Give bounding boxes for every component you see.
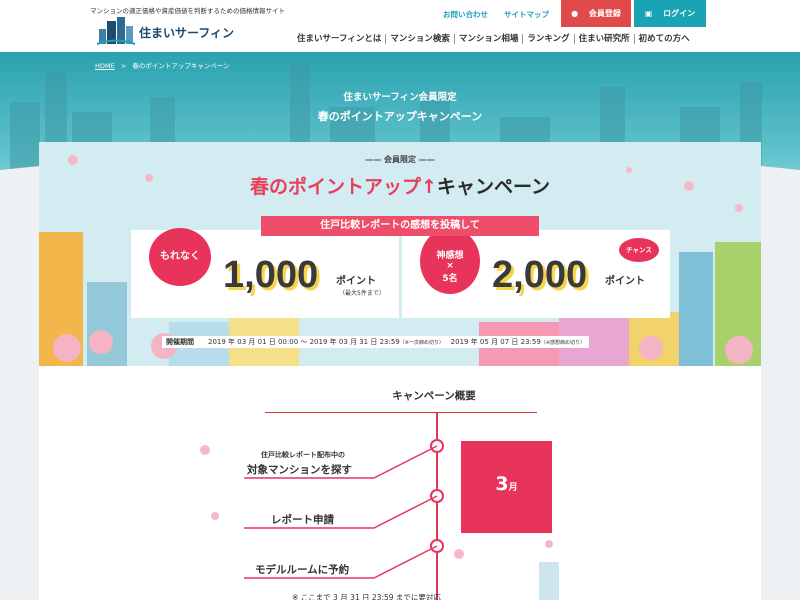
step2-label: レポート申請 <box>271 514 334 526</box>
badge-best-line2: × <box>446 261 454 271</box>
reward-card-best: 神感想 × 5名 チャンス 2,000 ポイント <box>402 228 670 318</box>
hero-subtitle: 住まいサーフィン会員限定 <box>343 92 457 103</box>
title-part-pointup: ポイントアップ <box>288 176 422 198</box>
breadcrumb-separator: > <box>120 62 127 70</box>
badge-best-line1: 神感想 <box>436 251 464 261</box>
top-links: お問い合わせ サイトマップ <box>443 9 565 20</box>
points-unit: ポイント <box>336 276 376 287</box>
deadline-footnote: ※ ここまで 3 月 31 日 23:59 までに要対応 <box>292 593 441 600</box>
breadcrumb-current: 春のポイントアップキャンペーン <box>132 62 230 70</box>
banner-title: 春のポイントアップ↑キャンペーン <box>39 172 761 199</box>
main-nav: 住まいサーフィンとは マンション検索 マンション相場 ランキング 住まい研究所 初めての方… <box>293 32 694 44</box>
points-amount-1000: 1,000 <box>223 254 319 296</box>
review-ribbon: 住戸比較レポートの感想を投稿して <box>261 216 539 236</box>
nav-search[interactable]: マンション検索 <box>385 34 454 44</box>
period-note-first: （※一次締め切り） <box>399 340 444 346</box>
month-label: 3月 <box>461 473 552 495</box>
campaign-overview: キャンペーン概要 住戸比較レポート配布中の 対象マンションを探す レポート申請 … <box>39 366 761 600</box>
nav-market[interactable]: マンション相場 <box>453 34 523 44</box>
step1-label: 対象マンションを探す <box>247 464 352 476</box>
overview-title-underline <box>265 412 537 413</box>
person-icon: ● <box>571 9 579 18</box>
nav-ranking[interactable]: ランキング <box>522 34 574 44</box>
nav-lab[interactable]: 住まい研究所 <box>573 34 634 44</box>
breadcrumb: HOME > 春のポイントアップキャンペーン <box>95 60 230 70</box>
badge-everyone-text: もれなく <box>160 251 200 262</box>
register-button[interactable]: ● 会員登録 <box>561 0 631 27</box>
reward-card-standard: もれなく 1,000 ポイント （最大5件まで） <box>131 228 399 318</box>
logo-text: 住まいサーフィン <box>139 26 235 40</box>
login-button[interactable]: ▣ ログイン <box>634 0 706 27</box>
chance-badge: チャンス <box>619 238 659 262</box>
campaign-banner: —— 会員限定 —— 春のポイントアップ↑キャンペーン もれなく 1,000 ポ… <box>39 142 761 366</box>
title-part-haru: 春の <box>249 176 288 198</box>
login-label: ログイン <box>663 9 696 18</box>
contact-link[interactable]: お問い合わせ <box>443 10 488 19</box>
nav-about[interactable]: 住まいサーフィンとは <box>293 34 385 44</box>
month-number: 3 <box>495 473 509 495</box>
month-unit: 月 <box>508 483 518 493</box>
step3-label: モデルルームに予約 <box>255 564 350 576</box>
points-limit-note: （最大5件まで） <box>339 290 385 297</box>
step1-subtext: 住戸比較レポート配布中の <box>261 451 345 459</box>
hero-title: 春のポイントアップキャンペーン <box>317 110 483 123</box>
site-tagline: マンションの適正価格や資産価値を判断するための価格情報サイト <box>90 7 285 15</box>
points-amount-2000: 2,000 <box>492 254 588 296</box>
sitemap-link[interactable]: サイトマップ <box>504 10 549 19</box>
period-range: 2019 年 03 月 01 日 00:00 〜 2019 年 03 月 31 … <box>208 338 400 346</box>
member-only-label: —— 会員限定 —— <box>365 155 435 164</box>
title-part-campaign: キャンペーン <box>436 176 550 198</box>
period-end: 2019 年 05 月 07 日 23:59 <box>450 338 541 346</box>
nav-beginners[interactable]: 初めての方へ <box>633 34 694 44</box>
lock-icon: ▣ <box>644 9 653 18</box>
arrow-up-icon: ↑ <box>421 176 437 198</box>
campaign-period: 開催期間 2019 年 03 月 01 日 00:00 〜 2019 年 03 月… <box>162 336 590 348</box>
badge-best-review: 神感想 × 5名 <box>420 228 480 294</box>
period-label: 開催期間 <box>166 338 194 346</box>
period-note-review: （※感想締め切り） <box>540 340 586 346</box>
building-logo-icon <box>97 17 135 45</box>
badge-everyone: もれなく <box>149 228 211 286</box>
month-box: 3月 <box>461 441 552 533</box>
badge-best-line3: 5名 <box>442 274 458 284</box>
breadcrumb-home[interactable]: HOME <box>95 62 115 70</box>
points-unit-2: ポイント <box>605 276 645 287</box>
overview-title: キャンペーン概要 <box>392 390 476 402</box>
site-header: マンションの適正価格や資産価値を判断するための価格情報サイト 住まいサーフィン … <box>0 0 800 52</box>
register-label: 会員登録 <box>588 9 621 18</box>
member-only-text: 会員限定 <box>384 155 416 164</box>
